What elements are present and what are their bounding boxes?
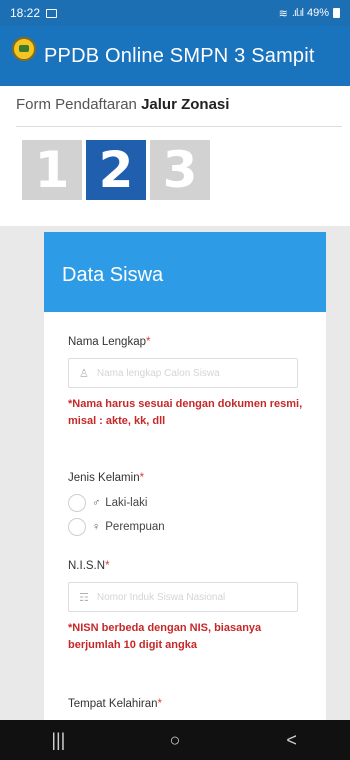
signal-icon: .ıl.ıl: [291, 7, 304, 19]
gender-option-male[interactable]: ♂ Laki-laki: [68, 494, 147, 512]
app-bar: PPDB Online SMPN 3 Sampit: [0, 26, 350, 86]
gender-label-text: Jenis Kelamin: [68, 472, 140, 484]
form-heading-route: Jalur Zonasi: [141, 96, 230, 113]
gallery-notification-icon: [46, 8, 58, 18]
step-1: 1: [22, 140, 82, 200]
data-siswa-card: Data Siswa Nama Lengkap* ♙ *Nama harus s…: [44, 232, 326, 720]
step-indicator: 1 2 3: [22, 140, 210, 200]
wifi-icon: ≋: [278, 7, 288, 20]
required-marker: *: [146, 336, 151, 348]
required-marker: *: [157, 698, 162, 710]
nama-input[interactable]: [96, 367, 277, 379]
recent-apps-button[interactable]: |||: [38, 730, 78, 751]
card-title: Data Siswa: [44, 232, 326, 312]
page-content: Form Pendaftaran Jalur Zonasi 1 2 3 Data…: [0, 86, 350, 720]
nisn-input[interactable]: [96, 591, 277, 603]
male-icon: ♂: [92, 497, 101, 509]
user-icon: ♙: [79, 367, 89, 380]
nisn-note: *NISN berbeda dengan NIS, biasanya berju…: [68, 622, 262, 651]
gender-option-female[interactable]: ♀ Perempuan: [68, 518, 165, 536]
home-button[interactable]: ○: [155, 730, 195, 751]
heading-divider: [16, 126, 342, 127]
id-card-icon: ☶: [79, 591, 89, 604]
nisn-input-wrapper[interactable]: ☶: [68, 582, 298, 612]
nama-label-text: Nama Lengkap: [68, 336, 146, 348]
school-logo-icon: [12, 37, 36, 61]
battery-level: 49%: [306, 7, 329, 19]
app-title: PPDB Online SMPN 3 Sampit: [44, 44, 315, 67]
back-button[interactable]: <: [272, 730, 312, 751]
step-3: 3: [150, 140, 210, 200]
system-nav-bar: ||| ○ <: [0, 720, 350, 760]
nama-input-wrapper[interactable]: ♙: [68, 358, 298, 388]
nisn-label-text: N.I.S.N: [68, 560, 106, 572]
nama-label: Nama Lengkap*: [68, 336, 150, 348]
required-marker: *: [139, 472, 145, 484]
female-icon: ♀: [92, 521, 101, 533]
status-indicators: ≋ .ıl.ıl 49%: [279, 7, 340, 20]
radio-female[interactable]: [68, 518, 86, 536]
form-heading: Form Pendaftaran Jalur Zonasi: [16, 96, 229, 113]
step-2-active: 2: [86, 140, 146, 200]
battery-icon: [333, 8, 340, 18]
nisn-label: N.I.S.N*: [68, 560, 110, 572]
tempat-label-text: Tempat Kelahiran: [68, 698, 158, 710]
card-background: Data Siswa Nama Lengkap* ♙ *Nama harus s…: [0, 226, 350, 720]
status-time: 18:22: [10, 6, 41, 20]
female-label: Perempuan: [105, 521, 165, 533]
nama-note: *Nama harus sesuai dengan dokumen resmi,…: [68, 398, 303, 427]
gender-label: Jenis Kelamin*: [68, 472, 144, 484]
tempat-label: Tempat Kelahiran*: [68, 698, 162, 710]
status-bar: 18:22 ≋ .ıl.ıl 49%: [0, 0, 350, 26]
form-heading-prefix: Form Pendaftaran: [16, 96, 137, 113]
required-marker: *: [105, 560, 110, 572]
male-label: Laki-laki: [105, 497, 148, 509]
radio-male[interactable]: [68, 494, 86, 512]
